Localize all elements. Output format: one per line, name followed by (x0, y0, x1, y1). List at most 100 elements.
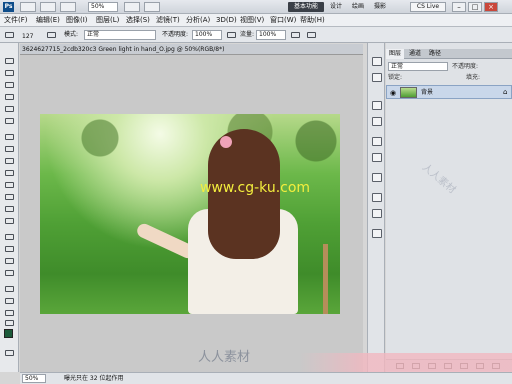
menu-bar: 文件(F) 编辑(E) 图像(I) 图层(L) 选择(S) 滤镜(T) 分析(A… (0, 14, 512, 27)
actions-panel-icon[interactable] (372, 73, 382, 82)
panel-opacity-label: 不透明度: (452, 63, 479, 70)
menu-image[interactable]: 图像(I) (66, 16, 88, 25)
3d-orbit-tool-icon[interactable] (4, 297, 15, 305)
menu-view[interactable]: 视图(V) (240, 16, 264, 25)
panel-icon-strip (367, 43, 385, 372)
hand-tool-icon[interactable] (4, 309, 15, 317)
background-trees (40, 114, 340, 174)
tab-channels[interactable]: 通道 (406, 49, 424, 59)
mode-select[interactable]: 正常 (84, 30, 156, 40)
shape-tool-icon[interactable] (4, 269, 15, 277)
zoom-tool-icon[interactable] (4, 319, 15, 327)
menu-filter[interactable]: 滤镜(T) (156, 16, 180, 25)
opacity-label: 不透明度: (162, 31, 189, 38)
watermark-banner (300, 353, 512, 372)
quick-mask-icon[interactable] (4, 349, 15, 357)
notes-panel-icon[interactable] (372, 229, 382, 238)
flow-label: 流量: (240, 31, 255, 38)
character-panel-icon[interactable] (372, 101, 382, 110)
workspace-design[interactable]: 设计 (330, 2, 342, 12)
marquee-tool-icon[interactable] (4, 69, 15, 77)
dodge-tool-icon[interactable] (4, 217, 15, 225)
tab-paths[interactable]: 路径 (426, 49, 444, 59)
cs-live-button[interactable]: CS Live (410, 2, 446, 12)
lock-icon: ⌂ (503, 88, 508, 96)
brush-panel-icon[interactable] (372, 137, 382, 146)
grid-icon[interactable] (60, 2, 76, 12)
brush-preset-icon[interactable] (4, 31, 15, 39)
paragraph-panel-icon[interactable] (372, 117, 382, 126)
minibridge-icon[interactable] (40, 2, 56, 12)
screen-mode-icon[interactable] (144, 2, 160, 12)
move-tool-icon[interactable] (4, 57, 15, 65)
workspace-photography[interactable]: 摄影 (374, 2, 386, 12)
menu-analysis[interactable]: 分析(A) (186, 16, 210, 25)
pressure-size-icon[interactable] (306, 31, 317, 39)
workspace-essentials[interactable]: 基本功能 (288, 2, 324, 12)
menu-3d[interactable]: 3D(D) (216, 16, 237, 25)
tab-layers[interactable]: 图层 (386, 49, 405, 59)
maximize-button[interactable]: □ (468, 2, 482, 12)
blur-tool-icon[interactable] (4, 205, 15, 213)
close-button[interactable]: × (484, 2, 498, 12)
history-brush-tool-icon[interactable] (4, 169, 15, 177)
workspace-painting[interactable]: 绘画 (352, 2, 364, 12)
fill-label: 填充: (466, 74, 481, 81)
opacity-field[interactable]: 100% (192, 30, 222, 40)
crop-tool-icon[interactable] (4, 105, 15, 113)
menu-layer[interactable]: 图层(L) (96, 16, 119, 25)
gradient-tool-icon[interactable] (4, 193, 15, 201)
zoom-level-select[interactable]: 50% (88, 2, 118, 12)
quick-select-tool-icon[interactable] (4, 93, 15, 101)
history-panel-icon[interactable] (372, 57, 382, 66)
toolbox (0, 43, 19, 372)
adjustments-panel-icon[interactable] (372, 193, 382, 202)
clone-stamp-tool-icon[interactable] (4, 157, 15, 165)
image-watermark: www.cg-ku.com (200, 180, 311, 196)
menu-help[interactable]: 帮助(H) (300, 16, 325, 25)
flow-field[interactable]: 100% (256, 30, 286, 40)
watermark-center: 人人素材 (198, 350, 251, 365)
title-bar: Ps 50% 基本功能 设计 绘画 摄影 CS Live – □ × (0, 0, 512, 14)
options-bar: 127 模式: 正常 不透明度: 100% 流量: 100% (0, 27, 512, 43)
healing-brush-tool-icon[interactable] (4, 133, 15, 141)
menu-select[interactable]: 选择(S) (126, 16, 150, 25)
menu-file[interactable]: 文件(F) (4, 16, 28, 25)
pen-tool-icon[interactable] (4, 233, 15, 241)
minimize-button[interactable]: – (452, 2, 466, 12)
brush-size-value: 127 (22, 33, 34, 40)
status-info[interactable]: 曝光只在 32 位起作用 (64, 375, 123, 383)
layers-panel: 图层 通道 路径 正常 不透明度: 锁定: 填充: ◉ 背景 ⌂ (386, 43, 512, 372)
visibility-eye-icon[interactable]: ◉ (390, 89, 396, 97)
menu-edit[interactable]: 编辑(E) (36, 16, 60, 25)
lasso-tool-icon[interactable] (4, 81, 15, 89)
document-tab[interactable]: 3624627715_2cdb320c3 Green light in hand… (20, 44, 363, 55)
menu-window[interactable]: 窗口(W) (270, 16, 296, 25)
brush-tool-icon[interactable] (4, 145, 15, 153)
brush-panel-icon[interactable] (46, 31, 57, 39)
arrange-documents-icon[interactable] (124, 2, 140, 12)
layer-row[interactable]: ◉ 背景 ⌂ (386, 85, 512, 99)
airbrush-icon[interactable] (290, 31, 301, 39)
lock-label: 锁定: (388, 74, 403, 81)
bridge-icon[interactable] (20, 2, 36, 12)
document-image[interactable]: www.cg-ku.com (40, 114, 340, 314)
blend-mode-select[interactable]: 正常 (388, 62, 448, 71)
eraser-tool-icon[interactable] (4, 181, 15, 189)
document-title: 3624627715_2cdb320c3 Green light in hand… (22, 46, 225, 53)
status-bar: 50% 曝光只在 32 位起作用 (20, 372, 512, 384)
eyedropper-tool-icon[interactable] (4, 117, 15, 125)
path-select-tool-icon[interactable] (4, 257, 15, 265)
tools-preset-panel-icon[interactable] (372, 173, 382, 182)
status-zoom-field[interactable]: 50% (22, 374, 46, 383)
pressure-opacity-icon[interactable] (226, 31, 237, 39)
3d-rotate-tool-icon[interactable] (4, 285, 15, 293)
layer-name: 背景 (421, 89, 434, 96)
app-logo: Ps (3, 2, 14, 12)
clone-source-panel-icon[interactable] (372, 153, 382, 162)
type-tool-icon[interactable] (4, 245, 15, 253)
panel-tabs: 图层 通道 路径 (386, 49, 512, 59)
masks-panel-icon[interactable] (372, 209, 382, 218)
layer-thumbnail (400, 87, 417, 98)
foreground-color-swatch[interactable] (4, 329, 13, 338)
